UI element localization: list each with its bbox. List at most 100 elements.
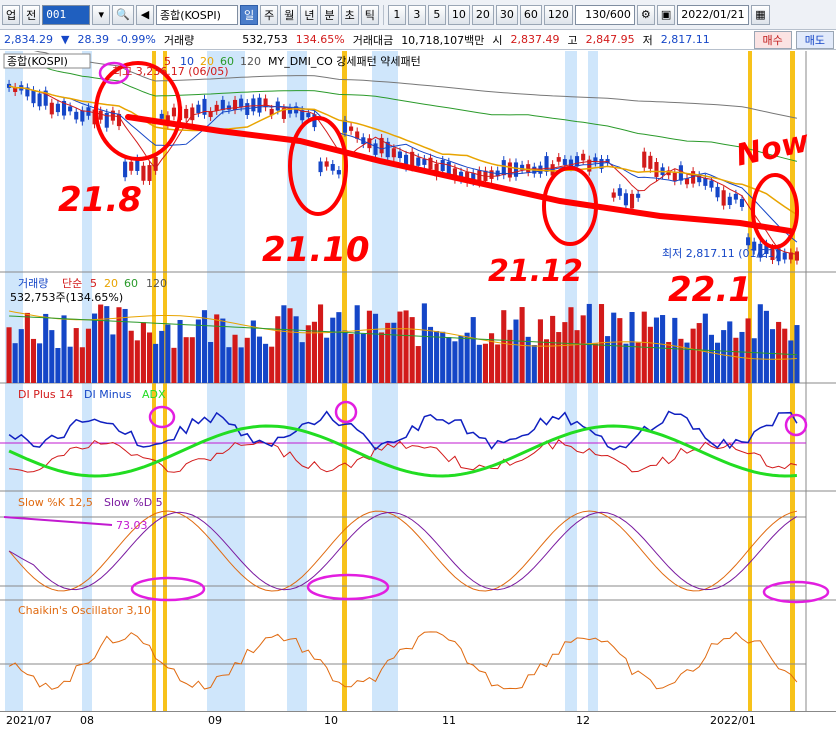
vol-ma-120: 120 [146,277,167,290]
candle-body [428,157,433,170]
volume-label: 거래량 [163,33,195,47]
volume-bar [6,327,12,383]
volume-pct: 134.65% [295,33,345,46]
dropdown-icon[interactable]: ▾ [92,4,111,25]
volume-bar [556,332,562,383]
period-tick[interactable]: 틱 [360,4,379,25]
volume-bar [427,326,434,383]
date-field[interactable]: 2022/01/21 [677,4,750,25]
volume-type: 단순 [62,277,82,290]
volume-bar [220,318,226,383]
magenta-ellipse-stoch-3 [762,580,830,604]
low-note: 최저 2,817.11 (01/21) [662,247,779,260]
volume-bar [183,337,189,383]
volume-bar [721,330,727,383]
volume-bar [317,304,324,383]
current-price: 2,834.29 [4,33,53,46]
volume-bar [794,325,800,383]
volume-bar [49,330,55,383]
x-tick: 2022/01 [710,714,756,727]
candle-body [190,107,195,121]
save-icon[interactable]: ▣ [656,4,676,25]
volume-bar [525,336,531,383]
open-value: 2,837.49 [510,33,560,46]
volume-bar [403,310,409,383]
candle-body [159,113,164,119]
volume-bar [263,343,269,383]
chaikin-panel [0,631,806,690]
volume-bar [146,332,153,383]
candle-body [263,98,268,108]
search-icon[interactable]: 🔍 [112,4,134,25]
speaker-icon[interactable]: ◀ [135,4,154,25]
volume-bar [366,310,372,383]
volume-bar [660,315,666,383]
candle-body [324,161,329,167]
candle-body [782,252,787,260]
interval-60[interactable]: 60 [519,4,542,25]
period-minute[interactable]: 분 [320,4,339,25]
volume-bar [580,315,586,383]
sell-button[interactable]: 매도 [795,30,834,49]
volume-bar [690,328,696,383]
interval-1[interactable]: 1 [387,4,406,25]
settings-icon[interactable]: ⚙ [636,4,655,25]
volume-bar [458,335,464,383]
candle-body [684,178,690,185]
candle-body [672,172,677,182]
candle-body [416,157,421,166]
volume-bar [678,338,684,383]
candle-body [489,170,494,179]
interval-30[interactable]: 30 [495,4,518,25]
x-tick: 11 [442,714,456,727]
count-field[interactable]: 130/600 [574,4,635,25]
period-week[interactable]: 주 [260,4,279,25]
interval-5[interactable]: 5 [427,4,446,25]
volume-bar [714,342,721,383]
prev-button[interactable]: 전 [22,4,41,25]
dmi-plus-label: DI Plus 14 [18,388,73,401]
candle-body [611,192,616,198]
amount-label: 거래대금 [352,33,394,47]
volume-bar [385,322,391,383]
volume-bar [629,312,635,383]
candle-body [123,161,128,178]
volume-bar [391,322,397,383]
volume-bar [43,313,49,383]
chart-canvas[interactable]: 21.8 21.10 21.12 22.1 Now 종합(KOSPI) 5 10… [0,45,836,711]
chart-area[interactable]: 21.8 21.10 21.12 22.1 Now 종합(KOSPI) 5 10… [0,45,836,711]
interval-10[interactable]: 10 [447,4,470,25]
candle-body [617,188,622,196]
candle-body [623,193,628,206]
interval-20[interactable]: 20 [471,4,494,25]
candle-body [636,193,641,198]
volume-bar [293,316,299,383]
candle-body [306,112,311,118]
interval-3[interactable]: 3 [407,4,426,25]
vol-ma-20: 20 [104,277,118,290]
period-month[interactable]: 월 [280,4,299,25]
volume-bar [354,305,360,383]
candle-body [709,180,714,188]
calendar-icon[interactable]: ▦ [751,4,770,25]
stoch-value: 73.03 [116,519,148,532]
candle-body [349,126,354,131]
volume-bar [611,312,617,383]
volume-bar [104,306,110,383]
period-second[interactable]: 초 [340,4,359,25]
stock-code-input[interactable]: 001 [42,4,91,25]
interval-120[interactable]: 120 [543,4,573,25]
volume-bar [134,340,140,383]
volume-bar [653,317,660,383]
period-year[interactable]: 년 [300,4,319,25]
candle-body [446,161,451,175]
stock-type-select[interactable]: 업 [2,4,21,25]
buy-button[interactable]: 매수 [753,30,792,49]
volume-bar [574,330,580,383]
period-day[interactable]: 일 [239,4,259,25]
candle-body [397,151,402,159]
candle-body [373,143,378,155]
volume-bar [501,310,507,383]
x-axis: 2021/07 08 09 10 11 12 2022/01 [0,711,836,732]
volume-bar [672,317,678,383]
